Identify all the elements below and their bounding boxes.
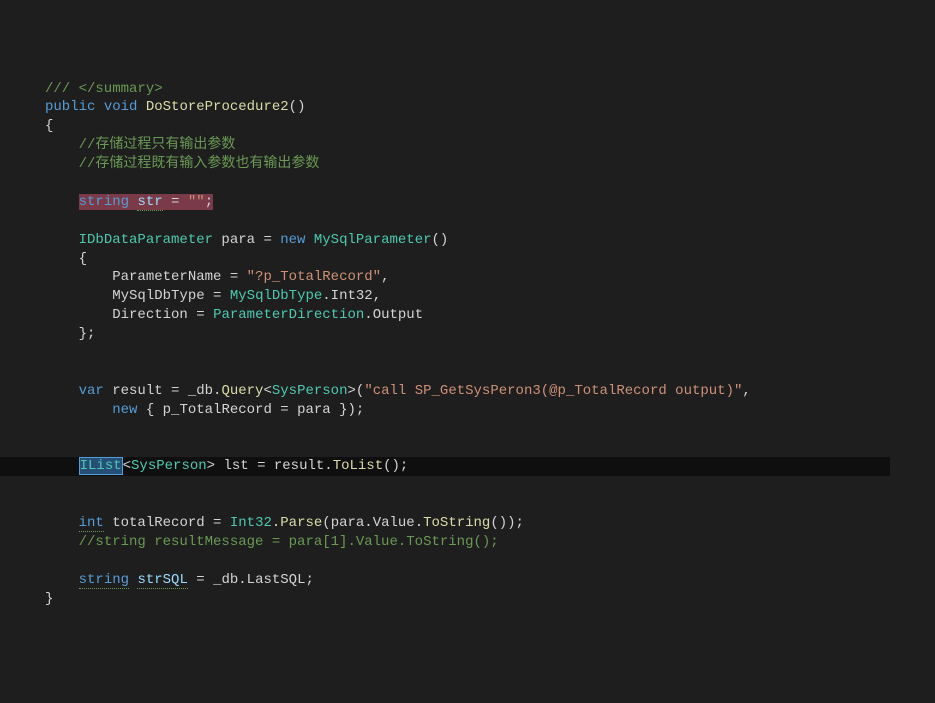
selection-ilist: IList	[79, 457, 123, 475]
method-name: DoStoreProcedure2	[146, 99, 289, 115]
code-line: int totalRecord = Int32.Parse(para.Value…	[45, 515, 524, 532]
code-line: string str = "";	[45, 194, 213, 210]
comment: //存储过程既有输入参数也有输出参数	[79, 156, 320, 172]
type-name: IDbDataParameter	[79, 232, 213, 248]
code-line: IDbDataParameter para = new MySqlParamet…	[45, 232, 448, 248]
code-line: }	[45, 591, 53, 607]
code-line: Direction = ParameterDirection.Output	[45, 307, 423, 323]
comment: //存储过程只有输出参数	[79, 137, 236, 153]
keyword-public: public	[45, 99, 95, 115]
code-line: string strSQL = _db.LastSQL;	[45, 572, 314, 589]
code-line: public void DoStoreProcedure2()	[45, 99, 305, 115]
code-line: ParameterName = "?p_TotalRecord",	[45, 269, 389, 285]
code-line: };	[45, 326, 95, 342]
keyword-void: void	[104, 99, 138, 115]
code-editor[interactable]: /// </summary> public void DoStoreProced…	[0, 76, 935, 609]
xml-doc-comment: /// </summary>	[45, 81, 163, 97]
code-line: var result = _db.Query<SysPerson>("call …	[45, 383, 751, 399]
code-line: new { p_TotalRecord = para });	[45, 402, 364, 418]
current-line-highlight: IList<SysPerson> lst = result.ToList();	[0, 457, 890, 476]
code-line: {	[45, 251, 87, 267]
code-line: /// </summary>	[45, 81, 163, 97]
code-line: //存储过程只有输出参数	[45, 137, 235, 153]
code-line: {	[45, 118, 53, 134]
code-line: MySqlDbType = MySqlDbType.Int32,	[45, 288, 381, 304]
code-line: //string resultMessage = para[1].Value.T…	[45, 534, 499, 550]
highlighted-declaration: string str = "";	[79, 194, 213, 210]
code-line: //存储过程既有输入参数也有输出参数	[45, 156, 319, 172]
